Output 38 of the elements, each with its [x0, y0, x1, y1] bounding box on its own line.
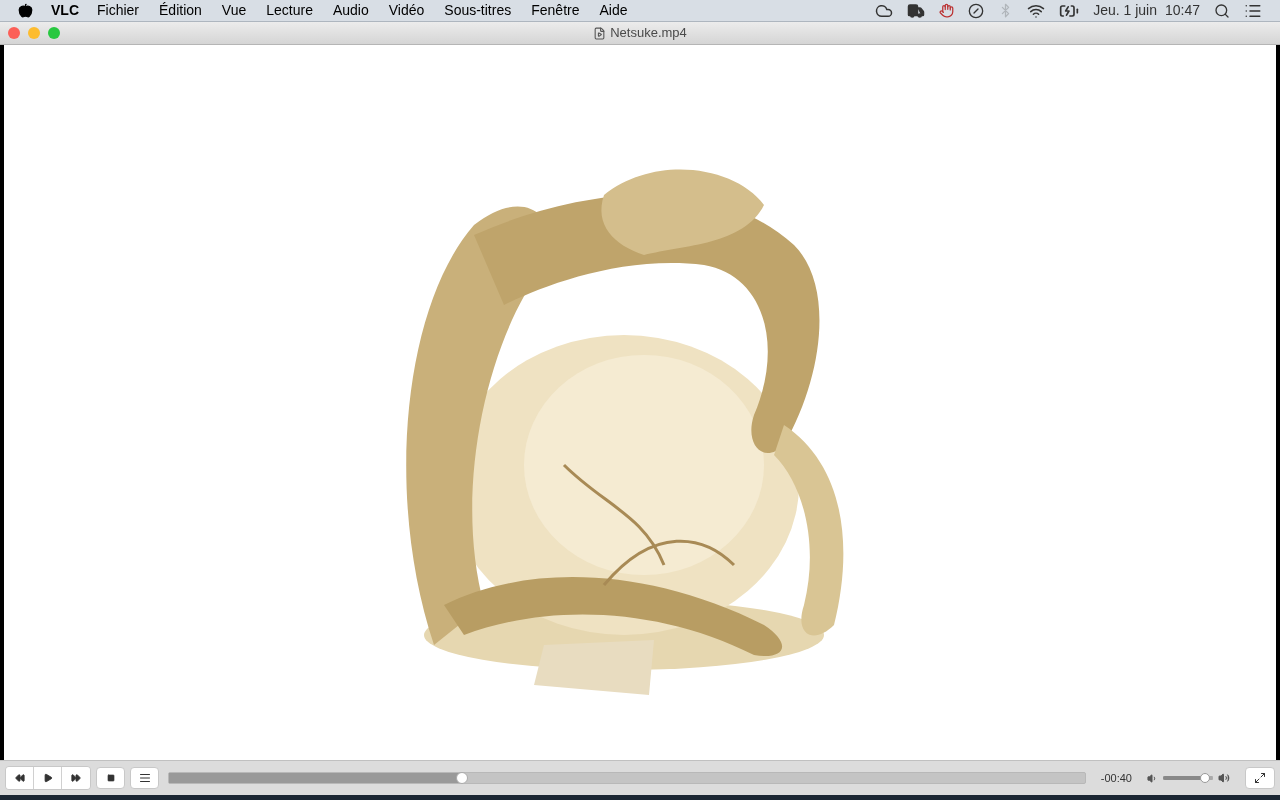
- stop-button[interactable]: [96, 767, 125, 789]
- menu-item[interactable]: Édition: [159, 0, 202, 21]
- expand-icon: [1254, 772, 1266, 784]
- volume-low-icon[interactable]: [1147, 772, 1158, 784]
- volume-high-icon[interactable]: [1218, 772, 1230, 784]
- fast-forward-button[interactable]: [62, 767, 90, 789]
- rewind-button[interactable]: [6, 767, 34, 789]
- stop-icon: [106, 774, 115, 782]
- list-icon: [138, 772, 151, 784]
- file-icon: [593, 26, 607, 40]
- menu-item[interactable]: Lecture: [266, 0, 313, 21]
- rewind-icon: [14, 773, 25, 783]
- progress-track[interactable]: [168, 772, 1086, 784]
- fullscreen-button[interactable]: [1245, 767, 1275, 789]
- volume-thumb[interactable]: [1199, 773, 1210, 783]
- menu-item[interactable]: Fichier: [97, 0, 139, 21]
- play-button[interactable]: [34, 767, 62, 789]
- menu-bar-clock[interactable]: 10:47: [1164, 0, 1200, 21]
- menu-item[interactable]: Vidéo: [388, 0, 425, 21]
- apple-icon[interactable]: [18, 3, 33, 18]
- menu-item[interactable]: Audio: [332, 0, 369, 21]
- menu-item[interactable]: Sous-titres: [444, 0, 512, 21]
- fast-forward-icon: [71, 773, 81, 783]
- menu-bar-date[interactable]: Jeu. 1 juin: [1093, 0, 1157, 21]
- truck-icon[interactable]: [907, 1, 926, 20]
- search-icon[interactable]: [1214, 2, 1230, 19]
- menu-item[interactable]: Fenêtre: [531, 0, 580, 21]
- app-menu[interactable]: VLC: [51, 0, 79, 21]
- menu-item[interactable]: Vue: [221, 0, 247, 21]
- progress-thumb[interactable]: [456, 772, 469, 784]
- slashed-circle-icon[interactable]: [968, 2, 985, 19]
- window-title: Netsuke.mp4: [610, 24, 687, 43]
- menu-item[interactable]: Aide: [599, 0, 628, 21]
- volume-track[interactable]: [1163, 773, 1213, 783]
- remaining-time: -00:40: [1100, 770, 1132, 786]
- playlist-button[interactable]: [130, 767, 159, 789]
- play-icon: [42, 773, 53, 783]
- hand-icon[interactable]: [939, 3, 955, 18]
